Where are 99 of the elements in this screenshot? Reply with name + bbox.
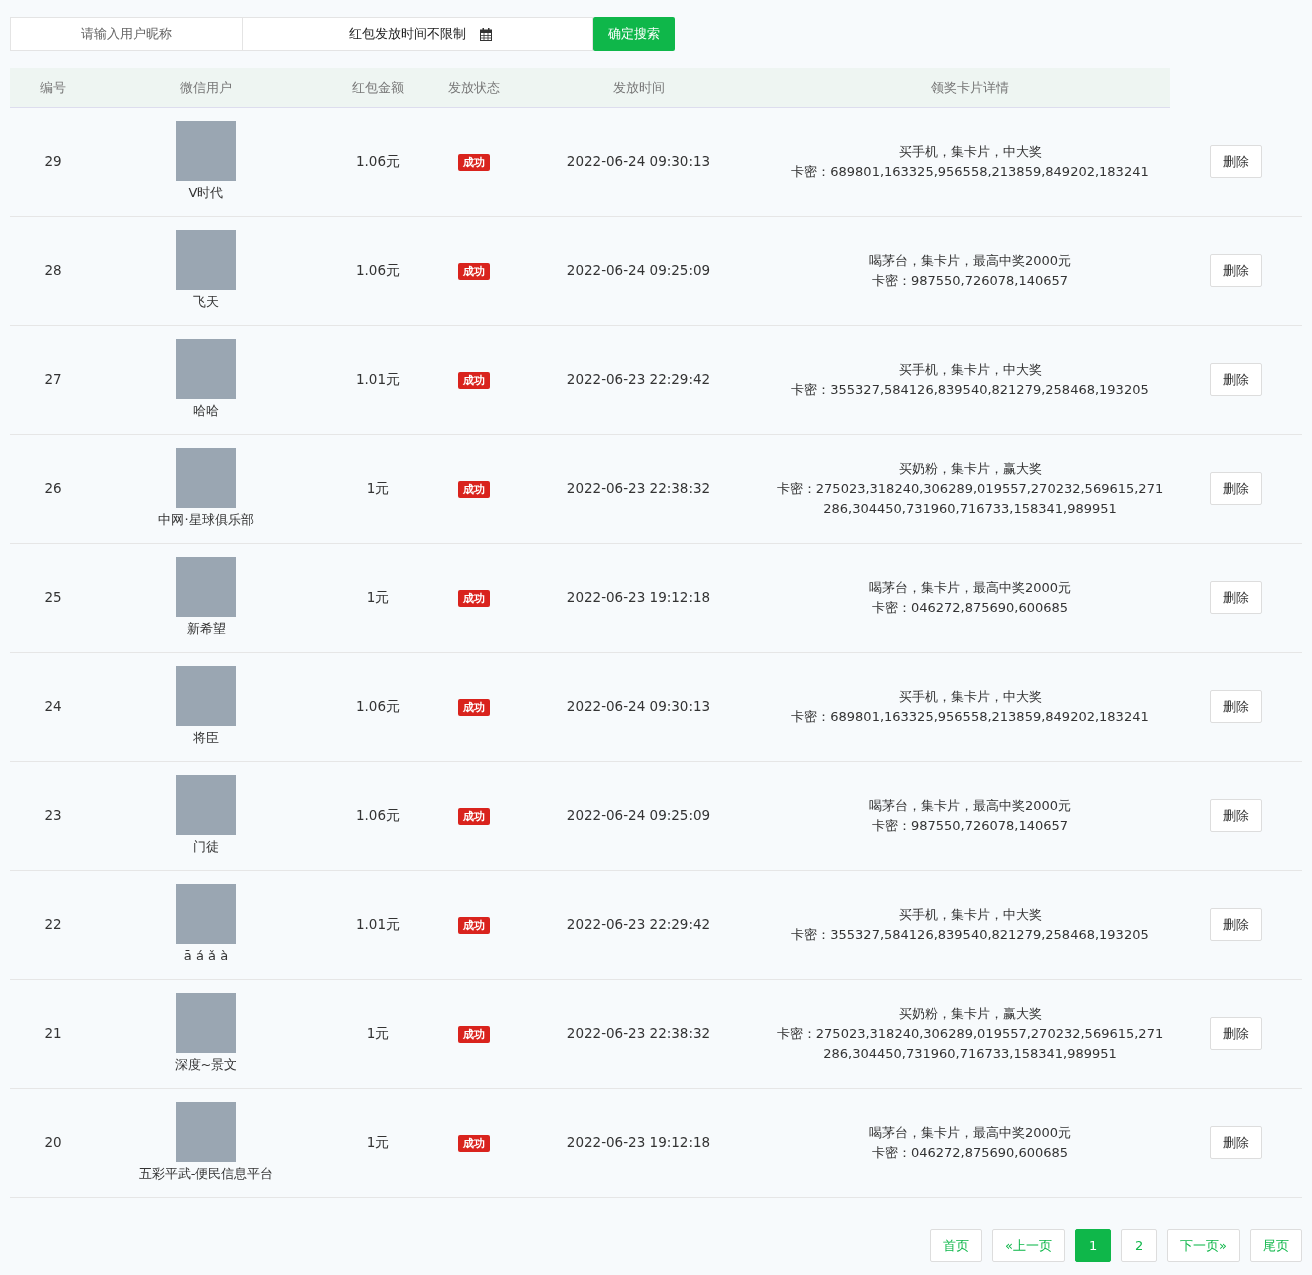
column-header: 领奖卡片详情: [770, 68, 1170, 107]
card-codes: 卡密：275023,318240,306289,019557,270232,569615,271286,304450,731960,716733,158341,989951: [775, 1024, 1165, 1063]
delete-button[interactable]: 删除: [1210, 471, 1262, 506]
card-codes: 卡密：987550,726078,140657: [870, 816, 1070, 835]
avatar-placeholder: [176, 556, 236, 617]
card-title: 喝茅台，集卡片，最高中奖2000元: [867, 1123, 1073, 1142]
table-cell: 24: [10, 652, 96, 761]
table-cell: 1元: [316, 434, 440, 543]
card-title: 买手机，集卡片，中大奖: [897, 360, 1043, 379]
avatar-placeholder: [176, 774, 236, 835]
card-codes: 卡密：987550,726078,140657: [870, 271, 1070, 290]
table-cell: 21: [10, 979, 96, 1088]
card-codes: 卡密：275023,318240,306289,019557,270232,569615,271286,304450,731960,716733,158341,989951: [775, 479, 1165, 518]
card-title: 买手机，集卡片，中大奖: [897, 142, 1043, 161]
delete-button[interactable]: 删除: [1210, 1125, 1262, 1160]
nickname-field[interactable]: 请输入用户昵称: [10, 17, 243, 51]
table-cell: 23: [10, 761, 96, 870]
delete-button[interactable]: 删除: [1210, 362, 1262, 397]
table-cell: 27: [10, 325, 96, 434]
status-badge: 成功: [457, 917, 490, 935]
table-cell: 29: [10, 107, 96, 216]
table-cell: 1.06元: [316, 761, 440, 870]
table-cell: 1.06元: [316, 652, 440, 761]
table-cell: 2022-06-23 22:29:42: [507, 325, 770, 434]
delete-button[interactable]: 删除: [1210, 798, 1262, 833]
card-title: 买手机，集卡片，中大奖: [897, 687, 1043, 706]
status-badge: 成功: [457, 481, 490, 499]
column-header: 编号: [10, 68, 96, 107]
user-name: 飞天: [193, 293, 219, 309]
column-header: 微信用户: [96, 68, 316, 107]
table-cell: 2022-06-23 19:12:18: [507, 1088, 770, 1197]
table-cell: 2022-06-23 22:38:32: [507, 979, 770, 1088]
table-cell: 1.01元: [316, 325, 440, 434]
user-name: 新希望: [186, 620, 226, 636]
user-name: ā á ǎ à: [183, 947, 229, 963]
status-badge: 成功: [457, 1135, 490, 1153]
status-badge: 成功: [457, 372, 490, 390]
card-codes: 卡密：046272,875690,600685: [870, 1143, 1070, 1162]
column-header: 红包金额: [316, 68, 440, 107]
table-cell: 1元: [316, 1088, 440, 1197]
user-name: 将臣: [193, 729, 219, 745]
table-cell: 28: [10, 216, 96, 325]
table-cell: 1.01元: [316, 870, 440, 979]
user-name: 五彩平武-便民信息平台: [138, 1165, 274, 1181]
table-cell: 2022-06-24 09:30:13: [507, 652, 770, 761]
calendar-icon: [480, 28, 492, 41]
status-badge: 成功: [457, 1026, 490, 1044]
delete-button[interactable]: 删除: [1210, 144, 1262, 178]
status-badge: 成功: [457, 154, 490, 172]
table-cell: 1元: [316, 979, 440, 1088]
column-header: 发放时间: [507, 68, 770, 107]
table-cell: 2022-06-23 22:38:32: [507, 434, 770, 543]
avatar-placeholder: [176, 992, 236, 1053]
avatar-placeholder: [176, 447, 236, 508]
status-badge: 成功: [457, 590, 490, 608]
avatar-placeholder: [176, 229, 236, 290]
table-cell: 1元: [316, 543, 440, 652]
delete-button[interactable]: 删除: [1210, 1016, 1262, 1051]
table-cell: 1.06元: [316, 107, 440, 216]
table-cell: 1.06元: [316, 216, 440, 325]
card-title: 喝茅台，集卡片，最高中奖2000元: [867, 251, 1073, 270]
status-badge: 成功: [457, 699, 490, 717]
card-codes: 卡密：689801,163325,956558,213859,849202,183241: [790, 707, 1150, 726]
avatar-placeholder: [176, 338, 236, 399]
delete-button[interactable]: 删除: [1210, 580, 1262, 615]
table-cell: 22: [10, 870, 96, 979]
user-name: 哈哈: [193, 402, 219, 418]
avatar-placeholder: [176, 1101, 236, 1162]
status-badge: 成功: [457, 808, 490, 826]
avatar-placeholder: [176, 883, 236, 944]
table-cell: 2022-06-24 09:30:13: [507, 107, 770, 216]
card-title: 买手机，集卡片，中大奖: [897, 905, 1043, 924]
table-cell: 2022-06-23 19:12:18: [507, 543, 770, 652]
card-codes: 卡密：355327,584126,839540,821279,258468,193205: [790, 925, 1150, 944]
table-cell: 2022-06-24 09:25:09: [507, 761, 770, 870]
user-name: 中网·星球俱乐部: [158, 511, 254, 527]
status-badge: 成功: [457, 263, 490, 281]
delete-button[interactable]: 删除: [1210, 689, 1262, 724]
card-title: 买奶粉，集卡片，赢大奖: [897, 1004, 1043, 1023]
table-cell: 25: [10, 543, 96, 652]
card-codes: 卡密：689801,163325,956558,213859,849202,183241: [790, 162, 1150, 181]
user-name: 深度~景文: [174, 1056, 238, 1072]
avatar-placeholder: [176, 120, 236, 181]
delete-button[interactable]: 删除: [1210, 253, 1262, 288]
card-title: 喝茅台，集卡片，最高中奖2000元: [867, 578, 1073, 597]
table-cell: 2022-06-24 09:25:09: [507, 216, 770, 325]
card-title: 买奶粉，集卡片，赢大奖: [897, 459, 1043, 478]
card-codes: 卡密：046272,875690,600685: [870, 598, 1070, 617]
user-name: 门徒: [193, 838, 219, 854]
table-cell: 20: [10, 1088, 96, 1197]
card-codes: 卡密：355327,584126,839540,821279,258468,193205: [790, 380, 1150, 399]
user-name: V时代: [188, 184, 224, 200]
column-header: 发放状态: [440, 68, 507, 107]
avatar-placeholder: [176, 665, 236, 726]
delete-button[interactable]: 删除: [1210, 907, 1262, 942]
table-cell: 26: [10, 434, 96, 543]
card-title: 喝茅台，集卡片，最高中奖2000元: [867, 796, 1073, 815]
date-field[interactable]: 红包发放时间不限制: [243, 17, 593, 51]
table-cell: 2022-06-23 22:29:42: [507, 870, 770, 979]
